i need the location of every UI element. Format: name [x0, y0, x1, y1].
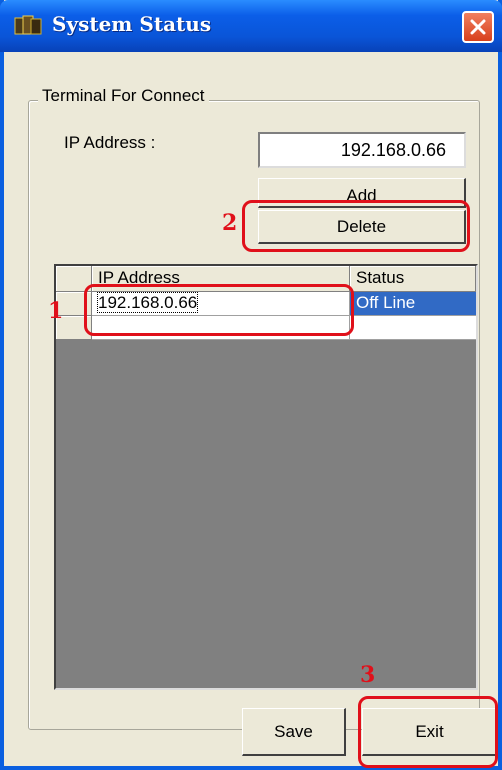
exit-button[interactable]: Exit [362, 708, 498, 756]
grid-corner [56, 266, 92, 292]
header-ip-address[interactable]: IP Address [92, 266, 350, 292]
title-bar[interactable]: System Status [0, 0, 502, 52]
window-title: System Status [52, 12, 212, 36]
ip-status-grid[interactable]: IP Address Status 192.168.0.66 Off Line [54, 264, 478, 690]
add-button[interactable]: Add [258, 178, 466, 208]
app-icon [14, 15, 42, 35]
close-icon [470, 19, 486, 35]
table-row[interactable]: 192.168.0.66 Off Line [56, 292, 476, 316]
cell-ip-text: 192.168.0.66 [96, 292, 199, 313]
table-row[interactable] [56, 316, 476, 340]
cell-status[interactable]: Off Line [350, 292, 476, 316]
save-button[interactable]: Save [242, 708, 346, 756]
delete-button[interactable]: Delete [258, 210, 466, 244]
cell-status[interactable] [350, 316, 476, 340]
grid-header: IP Address Status [56, 266, 476, 292]
close-button[interactable] [462, 11, 494, 43]
header-status[interactable]: Status [350, 266, 476, 292]
group-legend: Terminal For Connect [38, 86, 209, 106]
ip-address-input[interactable] [258, 132, 466, 168]
annotation-number-1: 1 [48, 298, 64, 324]
system-status-window: System Status Terminal For Connect IP Ad… [0, 0, 502, 770]
annotation-number-2: 2 [222, 210, 238, 236]
cell-ip-address[interactable] [92, 316, 350, 340]
annotation-number-3: 3 [360, 662, 376, 688]
cell-ip-address[interactable]: 192.168.0.66 [92, 292, 350, 316]
ip-address-label: IP Address : [64, 133, 156, 152]
